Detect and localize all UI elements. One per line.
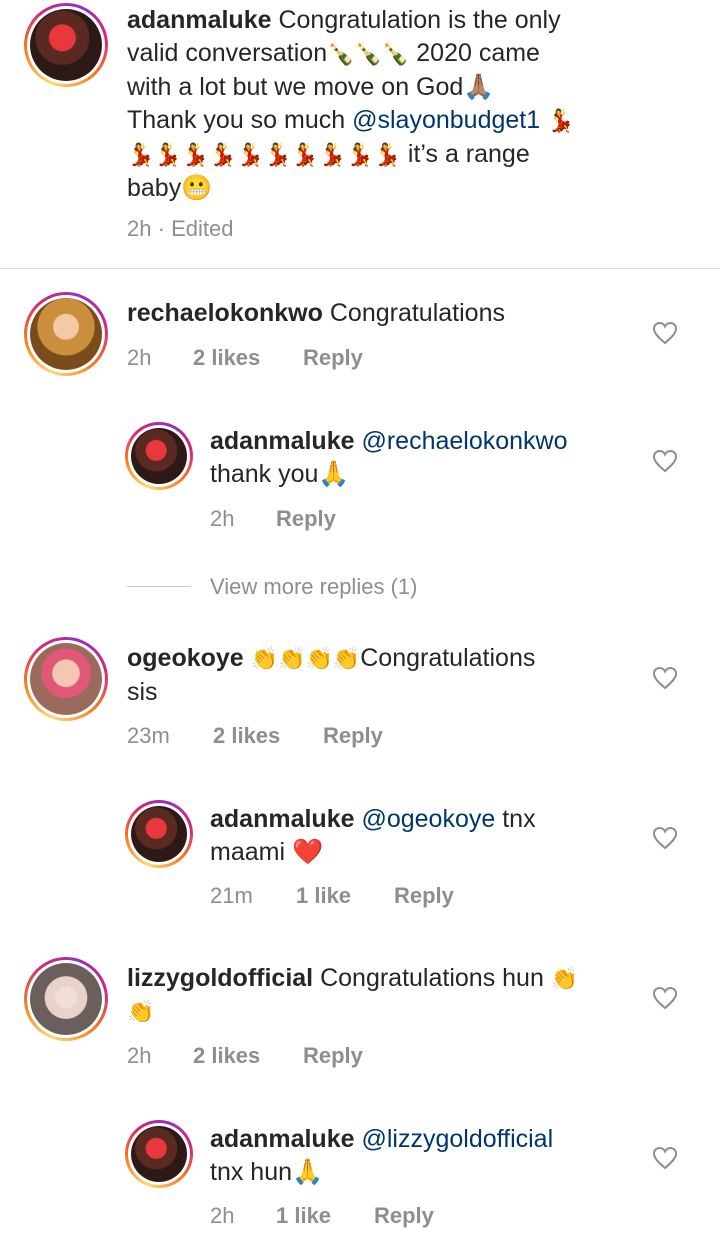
reply-meta: 2h 1 like Reply <box>210 1203 434 1229</box>
heart-outline-icon[interactable] <box>652 986 678 1010</box>
reply-avatar[interactable] <box>125 800 193 868</box>
avatar-image <box>131 428 187 484</box>
comment-meta: 23m 2 likes Reply <box>127 723 383 749</box>
mention-link[interactable]: @lizzygoldofficial <box>361 1125 553 1153</box>
reply-meta: 21m 1 like Reply <box>210 883 454 909</box>
comment-meta: 2h 2 likes Reply <box>127 345 363 371</box>
mention-link[interactable]: @ogeokoye <box>361 805 495 833</box>
comment-time: 2h <box>127 345 152 370</box>
heart-outline-icon[interactable] <box>652 1146 678 1170</box>
reply-button[interactable]: Reply <box>303 345 363 371</box>
reply-time: 21m <box>210 883 253 908</box>
comment-meta: 2h 2 likes Reply <box>127 1043 363 1069</box>
avatar-image <box>30 298 102 370</box>
reply-button[interactable]: Reply <box>394 883 454 909</box>
caption-text: adanmaluke Congratulation is the only va… <box>127 6 575 202</box>
reply-text: adanmaluke @rechaelokonkwo thank you🙏 <box>210 427 568 488</box>
mention-link[interactable]: @slayonbudget1 <box>352 106 540 134</box>
comment-avatar[interactable] <box>24 637 108 721</box>
comment-time: 23m <box>127 723 170 748</box>
reply-time: 2h <box>210 506 235 531</box>
comment-text: rechaelokonkwo Congratulations <box>127 299 505 327</box>
avatar-image <box>131 806 187 862</box>
likes-count[interactable]: 2 likes <box>213 723 323 749</box>
reply-avatar[interactable] <box>125 422 193 490</box>
comment-text: lizzygoldofficial Congratulations hun 👏 … <box>127 964 579 1025</box>
comment-text: ogeokoye 👏👏👏👏Congratulations sis <box>127 644 536 706</box>
view-more-divider <box>127 586 191 587</box>
avatar-image <box>30 963 102 1035</box>
view-more-replies-button[interactable]: View more replies (1) <box>210 574 417 600</box>
likes-count[interactable]: 1 like <box>276 1203 374 1229</box>
comment-avatar[interactable] <box>24 292 108 376</box>
comment-avatar[interactable] <box>24 957 108 1041</box>
likes-count[interactable]: 1 like <box>296 883 394 909</box>
caption-username[interactable]: adanmaluke <box>127 6 272 34</box>
comment-username[interactable]: ogeokoye <box>127 644 244 672</box>
reply-button[interactable]: Reply <box>303 1043 363 1069</box>
reply-meta: 2h Reply <box>210 506 336 532</box>
heart-outline-icon[interactable] <box>652 449 678 473</box>
reply-text: adanmaluke @ogeokoye tnx maami ❤️ <box>210 805 536 866</box>
reply-text: adanmaluke @lizzygoldofficial tnx hun🙏 <box>210 1125 554 1186</box>
caption-meta: 2h · Edited <box>127 216 234 241</box>
comment-username[interactable]: lizzygoldofficial <box>127 964 313 992</box>
heart-outline-icon[interactable] <box>652 321 678 345</box>
reply-username[interactable]: adanmaluke <box>210 805 355 833</box>
reply-time: 2h <box>210 1203 235 1228</box>
avatar-image <box>30 643 102 715</box>
likes-count[interactable]: 2 likes <box>193 345 303 371</box>
avatar-image <box>30 9 102 81</box>
heart-outline-icon[interactable] <box>652 826 678 850</box>
comments-screen: adanmaluke Congratulation is the only va… <box>0 0 720 1235</box>
reply-button[interactable]: Reply <box>276 506 336 532</box>
comment-time: 2h <box>127 1043 152 1068</box>
reply-button[interactable]: Reply <box>323 723 383 749</box>
reply-username[interactable]: adanmaluke <box>210 427 355 455</box>
reply-username[interactable]: adanmaluke <box>210 1125 355 1153</box>
reply-avatar[interactable] <box>125 1120 193 1188</box>
mention-link[interactable]: @rechaelokonkwo <box>361 427 567 455</box>
caption-avatar[interactable] <box>24 3 108 87</box>
likes-count[interactable]: 2 likes <box>193 1043 303 1069</box>
divider <box>0 268 720 269</box>
comment-username[interactable]: rechaelokonkwo <box>127 299 323 327</box>
avatar-image <box>131 1126 187 1182</box>
reply-button[interactable]: Reply <box>374 1203 434 1229</box>
heart-outline-icon[interactable] <box>652 666 678 690</box>
